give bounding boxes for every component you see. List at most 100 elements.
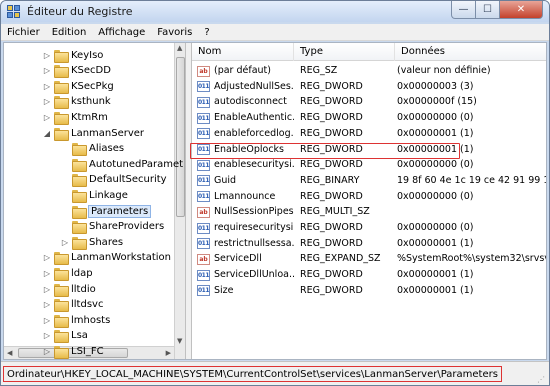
value-name-cell: 011 Size: [197, 283, 294, 299]
value-name-cell: 011 Lmannounce: [197, 189, 294, 205]
value-name: Size: [214, 284, 234, 296]
value-name-cell: 011 autodisconnect: [197, 94, 294, 110]
folder-icon: [54, 111, 69, 125]
value-data: [397, 204, 546, 220]
tree-vertical-scrollbar[interactable]: ▲ ▼: [174, 43, 185, 359]
expand-arrow-icon[interactable]: ▷: [42, 300, 52, 309]
value-name-cell: 011 restrictnullsessa...: [197, 236, 294, 252]
value-row[interactable]: 011 enablesecuritysi... REG_DWORD 0x0000000…: [192, 157, 546, 173]
menu-favoris[interactable]: Favoris: [151, 27, 198, 38]
value-data: 0x00000000 (0): [397, 190, 474, 202]
tree-item[interactable]: ◢ LanmanServer: [42, 125, 144, 141]
maximize-button[interactable]: ☐: [476, 1, 500, 19]
scroll-right-icon[interactable]: ▶: [166, 349, 171, 357]
folder-icon: [54, 80, 69, 94]
value-row[interactable]: 011 ServiceDllUnloa... REG_DWORD 0x00000001…: [192, 267, 546, 283]
expand-arrow-icon[interactable]: ▷: [42, 269, 52, 278]
column-header-data[interactable]: Données: [395, 43, 546, 61]
menu-edition[interactable]: Edition: [46, 27, 93, 38]
value-row[interactable]: ab (par défaut) REG_SZ (valeur non définie): [192, 63, 546, 79]
value-row[interactable]: 011 EnableOplocks REG_DWORD 0x00000001 (1): [192, 142, 546, 158]
value-data: 0x00000001 (1): [397, 269, 474, 281]
title-bar[interactable]: Éditeur du Registre — ☐ ✕: [1, 1, 549, 22]
status-bar: Ordinateur\HKEY_LOCAL_MACHINE\SYSTEM\Cur…: [1, 361, 549, 385]
expand-arrow-icon[interactable]: ▷: [42, 347, 52, 356]
value-name: ServiceDll: [214, 253, 262, 265]
tree-item[interactable]: Aliases: [60, 141, 124, 157]
resize-grip-icon[interactable]: ⋰: [537, 375, 547, 385]
expand-arrow-icon[interactable]: ▷: [42, 113, 52, 122]
value-row[interactable]: 011 Guid REG_BINARY 19 8f 60 4e 1c 19 ce 42…: [192, 173, 546, 189]
values-list[interactable]: Nom Type Données ab (par défaut) REG_SZ (va…: [192, 43, 546, 359]
tree-item[interactable]: ▷ KtmRm: [42, 109, 108, 125]
binary-value-icon: 011: [197, 128, 210, 140]
tree-item[interactable]: ShareProviders: [60, 219, 164, 235]
scroll-left-icon[interactable]: ◀: [7, 349, 12, 357]
value-row[interactable]: 011 AdjustedNullSes... REG_DWORD 0x00000003…: [192, 79, 546, 95]
column-header-name[interactable]: Nom: [192, 43, 294, 61]
folder-icon: [54, 314, 69, 328]
tree-item[interactable]: ▷ Lsa: [42, 328, 88, 344]
tree-item[interactable]: ▷ LSI_FC: [42, 343, 104, 359]
binary-value-icon: 011: [197, 222, 210, 234]
value-row[interactable]: 011 autodisconnect REG_DWORD 0x0000000f (15…: [192, 94, 546, 110]
tree-item[interactable]: ▷ KeyIso: [42, 47, 103, 63]
tree-item[interactable]: ▷ KSecPkg: [42, 78, 114, 94]
value-name-cell: 011 AdjustedNullSes...: [197, 79, 294, 95]
tree-item[interactable]: AutotunedParamet: [60, 156, 183, 172]
tree-item[interactable]: ▷ Shares: [60, 234, 123, 250]
menu-affichage[interactable]: Affichage: [92, 27, 151, 38]
tree-item-label: ShareProviders: [89, 221, 165, 233]
tree-item-label: KSecDD: [71, 65, 111, 77]
expand-arrow-icon[interactable]: ▷: [42, 253, 52, 262]
menu-help[interactable]: ?: [198, 27, 215, 38]
value-row[interactable]: 011 requiresecuritysi... REG_DWORD 0x000000…: [192, 220, 546, 236]
tree-item[interactable]: ▷ KSecDD: [42, 63, 111, 79]
folder-icon: [54, 299, 69, 313]
value-row[interactable]: 011 Lmannounce REG_DWORD 0x00000000 (0): [192, 189, 546, 205]
scroll-up-icon[interactable]: ▲: [177, 44, 182, 52]
tree-item-label: ldap: [71, 267, 93, 279]
value-type: REG_DWORD: [300, 96, 363, 108]
expand-arrow-icon[interactable]: ▷: [42, 82, 52, 91]
scroll-down-icon[interactable]: ▼: [177, 337, 182, 345]
value-row[interactable]: 011 enableforcedlog... REG_DWORD 0x00000001…: [192, 126, 546, 142]
folder-icon: [54, 283, 69, 297]
expand-arrow-icon[interactable]: ▷: [42, 285, 52, 294]
tree-item[interactable]: ▷ lltdsvc: [42, 297, 103, 313]
tree-item[interactable]: ▷ ldap: [42, 265, 93, 281]
column-header-type[interactable]: Type: [294, 43, 395, 61]
expand-arrow-icon[interactable]: ▷: [42, 66, 52, 75]
collapse-arrow-icon[interactable]: ◢: [42, 129, 52, 138]
tree-item-label: KtmRm: [71, 111, 108, 123]
folder-icon: [72, 221, 87, 235]
tree-item[interactable]: ▷ lmhosts: [42, 312, 110, 328]
tree-item[interactable]: ▷ ksthunk: [42, 94, 111, 110]
menu-fichier[interactable]: Fichier: [1, 27, 46, 38]
expand-arrow-icon[interactable]: ▷: [42, 51, 52, 60]
value-row[interactable]: 011 restrictnullsessa... REG_DWORD 0x000000…: [192, 236, 546, 252]
binary-value-icon: 011: [197, 175, 210, 187]
expand-arrow-icon[interactable]: ▷: [42, 316, 52, 325]
tree-item[interactable]: Parameters: [60, 203, 152, 219]
expand-arrow-icon[interactable]: ▷: [42, 331, 52, 340]
value-row[interactable]: 011 EnableAuthentic... REG_DWORD 0x00000000…: [192, 110, 546, 126]
close-button[interactable]: ✕: [500, 1, 543, 19]
minimize-button[interactable]: —: [451, 1, 476, 19]
tree-item[interactable]: DefaultSecurity: [60, 172, 167, 188]
folder-icon: [54, 330, 69, 344]
value-row[interactable]: 011 Size REG_DWORD 0x00000001 (1): [192, 283, 546, 299]
tree-item[interactable]: ▷ lltdio: [42, 281, 96, 297]
tree-item[interactable]: ▷ LanmanWorkstation: [42, 250, 171, 266]
value-row[interactable]: ab NullSessionPipes REG_MULTI_SZ: [192, 204, 546, 220]
tree-vscroll-thumb[interactable]: [176, 57, 185, 217]
key-tree[interactable]: ▲ ▼ ◀ ▶ ▷ KeyIso ▷ KSecDD ▷ KSecPkg ▷ ksthunk ▷ K…: [4, 43, 186, 359]
value-data: 0x00000000 (0): [397, 159, 474, 171]
folder-icon: [54, 49, 69, 63]
value-row[interactable]: ab ServiceDll REG_EXPAND_SZ %SystemRoot%\sy…: [192, 251, 546, 267]
expand-arrow-icon[interactable]: ▷: [60, 238, 70, 247]
value-name: enableforcedlog...: [214, 127, 294, 139]
tree-item-label: Linkage: [89, 189, 128, 201]
expand-arrow-icon[interactable]: ▷: [42, 97, 52, 106]
tree-item[interactable]: Linkage: [60, 187, 128, 203]
